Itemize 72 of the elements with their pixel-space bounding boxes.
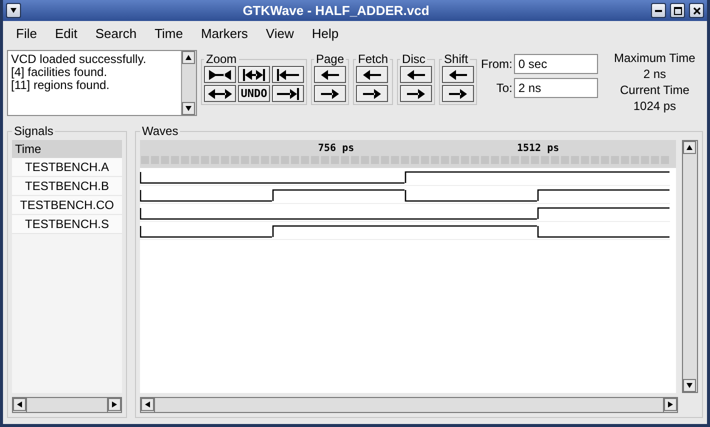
close-button[interactable] [689, 3, 704, 18]
horizontal-scrollbar[interactable] [12, 397, 122, 413]
scrollbar[interactable] [181, 51, 196, 115]
double-arrow-icon [207, 86, 233, 100]
zoom-start-button[interactable] [272, 66, 304, 83]
step-left-button[interactable] [314, 66, 346, 83]
window-menu-button[interactable] [6, 3, 21, 18]
step-right-button[interactable] [314, 85, 346, 102]
group-label: Disc [401, 52, 426, 66]
menu-item[interactable]: Search [86, 26, 146, 41]
group-label: Page [315, 52, 346, 66]
panel-title: Waves [141, 124, 180, 138]
menu-item[interactable]: Time [146, 26, 192, 41]
minimize-icon [655, 10, 662, 12]
maximize-icon [674, 6, 682, 14]
step-right-button[interactable] [400, 85, 432, 102]
arrows-inward-icon [207, 68, 233, 82]
down-arrow-icon [686, 382, 693, 389]
maximize-button[interactable] [670, 3, 685, 18]
step-left-button[interactable] [400, 66, 432, 83]
arrow-to-right-bar-icon [275, 86, 301, 100]
left-arrow-icon [16, 401, 23, 408]
up-arrow-icon [185, 54, 192, 61]
step-right-button[interactable] [356, 85, 388, 102]
panel-title: Signals [13, 124, 54, 138]
window-title: GTKWave - HALF_ADDER.vcd [242, 3, 430, 18]
step-right-button[interactable] [442, 85, 474, 102]
menu-item[interactable]: Help [302, 26, 348, 41]
zoom-fit-button[interactable] [204, 66, 236, 83]
column-header: Time [12, 140, 122, 158]
right-arrow-icon [667, 401, 674, 408]
step-left-button[interactable] [442, 66, 474, 83]
from-field[interactable]: 0 sec [514, 54, 598, 74]
menu-item[interactable]: Markers [192, 26, 257, 41]
zoom-out-button[interactable] [204, 85, 236, 102]
caret-icon [10, 7, 17, 14]
message-line: VCD loaded successfully. [11, 53, 148, 66]
zoom-end-button[interactable] [272, 85, 304, 102]
menu-item[interactable]: View [256, 26, 303, 41]
minimize-button[interactable] [651, 3, 666, 18]
vertical-scrollbar[interactable] [682, 140, 698, 393]
message-line: [11] regions found. [11, 79, 111, 92]
arrows-between-bars-icon [241, 68, 267, 82]
step-left-button[interactable] [356, 66, 388, 83]
group-label: Fetch [357, 52, 390, 66]
group-label: Shift [443, 52, 470, 66]
time-label: Current Time [620, 82, 690, 98]
message-line: [4] facilities found. [11, 66, 108, 79]
time-tick: 1512 ps [517, 143, 560, 154]
menu-item[interactable]: Edit [46, 26, 86, 41]
signal-name[interactable]: TESTBENCH.S [12, 215, 122, 234]
to-field[interactable]: 2 ns [514, 78, 598, 98]
arrow-to-left-bar-icon [275, 68, 301, 82]
time-tick: 756 ps [318, 143, 354, 154]
down-arrow-icon [185, 105, 192, 112]
undo-button[interactable]: UNDO [238, 85, 270, 102]
close-icon [692, 6, 700, 14]
signal-name[interactable]: TESTBENCH.B [12, 177, 122, 196]
up-arrow-icon [686, 144, 693, 151]
left-arrow-icon [144, 401, 151, 408]
time-value: 2 ns [643, 66, 666, 82]
time-label: Maximum Time [614, 50, 696, 66]
menu-item[interactable]: File [7, 26, 46, 41]
from-label: From: [481, 57, 512, 71]
signal-name[interactable]: TESTBENCH.A [12, 158, 122, 177]
time-value: 1024 ps [633, 98, 676, 114]
horizontal-scrollbar[interactable] [140, 397, 678, 413]
zoom-in-button[interactable] [238, 66, 270, 83]
group-label: Zoom [205, 52, 238, 66]
right-arrow-icon [111, 401, 118, 408]
signal-name[interactable]: TESTBENCH.CO [12, 196, 122, 215]
to-label: To: [495, 81, 512, 95]
